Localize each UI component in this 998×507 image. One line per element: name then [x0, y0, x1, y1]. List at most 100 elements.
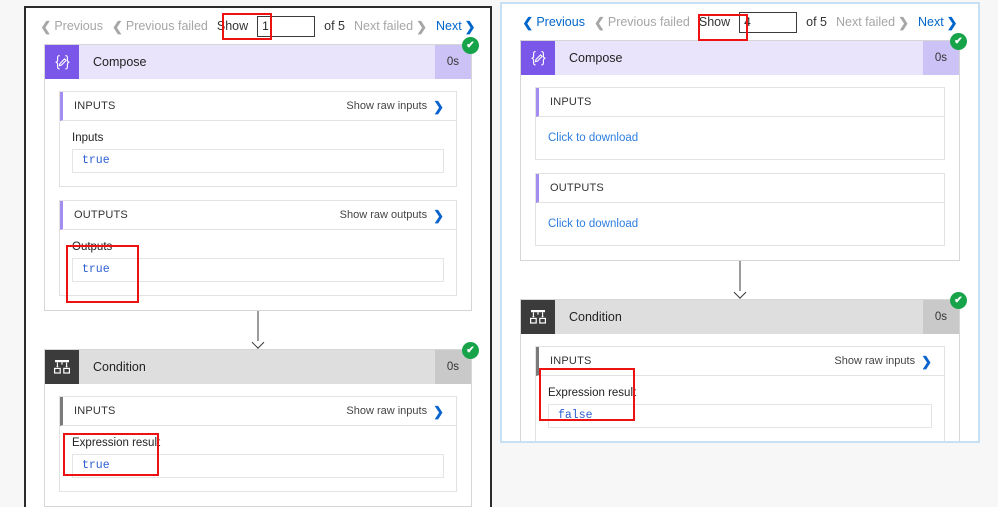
- next-button-left[interactable]: Next ❯: [436, 19, 476, 33]
- next-button-right[interactable]: Next ❯: [918, 15, 958, 29]
- card-body: INPUTS Show raw inputs ❯ Expression resu…: [521, 334, 959, 441]
- card-header: Condition 0s: [521, 300, 959, 334]
- page-total-label-right: of 5: [806, 15, 827, 29]
- status-badge: ✔: [950, 33, 967, 50]
- pager-left: ❮ Previous ❮ Previous failed Show of 5 N…: [26, 8, 490, 44]
- status-badge: ✔: [462, 37, 479, 54]
- show-raw-inputs-link[interactable]: Show raw inputs ❯: [346, 405, 444, 418]
- outputs-label: OUTPUTS: [550, 182, 604, 194]
- show-raw-inputs-label: Show raw inputs: [834, 355, 916, 367]
- screenshot-stage: ❮ Previous ❮ Previous failed Show of 5 N…: [0, 0, 998, 507]
- condition-card-left[interactable]: ✔ Condition 0s INPUTS Show raw inputs ❯ …: [44, 342, 479, 507]
- inputs-label: INPUTS: [550, 96, 592, 108]
- chevron-right-icon: ❯: [946, 14, 958, 30]
- chevron-left-icon: ❮: [522, 14, 534, 30]
- inputs-header: INPUTS Show raw inputs ❯: [536, 347, 944, 376]
- chevron-right-icon: ❯: [464, 18, 476, 34]
- chevron-right-icon: ❯: [433, 207, 444, 223]
- status-badge: ✔: [462, 342, 479, 359]
- previous-failed-button-left[interactable]: ❮ Previous failed: [112, 19, 208, 33]
- show-raw-outputs-link[interactable]: Show raw outputs ❯: [340, 209, 444, 222]
- previous-label: Previous: [536, 15, 585, 29]
- next-label: Next: [435, 19, 462, 33]
- card-header: Condition 0s: [45, 350, 471, 384]
- card-header: Compose 0s: [521, 41, 959, 75]
- expression-result-value-box[interactable]: true: [72, 454, 444, 478]
- inputs-body: Inputs true: [60, 121, 456, 186]
- show-label-left: Show: [216, 19, 249, 33]
- page-number-input-right[interactable]: [739, 11, 798, 33]
- inputs-label: INPUTS: [74, 100, 116, 112]
- next-failed-button-left[interactable]: Next failed ❯: [354, 19, 427, 33]
- expression-result-value-box[interactable]: false: [548, 404, 932, 428]
- previous-button-left[interactable]: ❮ Previous: [40, 19, 103, 33]
- next-failed-label: Next failed: [836, 15, 896, 29]
- flow-connector-arrow: [520, 261, 960, 299]
- show-raw-outputs-label: Show raw outputs: [339, 209, 428, 221]
- compose-braces-icon: [521, 41, 555, 75]
- run-history-panel-right: ❮ Previous ❮ Previous failed Show of 5 N…: [500, 2, 980, 443]
- show-label-right: Show: [698, 15, 731, 29]
- status-badge: ✔: [950, 292, 967, 309]
- arrow-head-icon: [251, 336, 265, 349]
- next-failed-button-right[interactable]: Next failed ❯: [836, 15, 909, 29]
- compose-card-right[interactable]: ✔ Compose 0s INPUTS Click to download OU…: [520, 33, 967, 261]
- outputs-header: OUTPUTS: [536, 174, 944, 203]
- inputs-label: INPUTS: [74, 405, 116, 417]
- previous-button-right[interactable]: ❮ Previous: [522, 15, 585, 29]
- chevron-left-icon: ❮: [111, 18, 123, 34]
- inputs-label: INPUTS: [550, 355, 592, 367]
- outputs-section: OUTPUTS Click to download: [535, 173, 945, 246]
- click-to-download-outputs-link[interactable]: Click to download: [548, 218, 638, 230]
- card-title: Condition: [569, 310, 622, 324]
- previous-failed-label: Previous failed: [125, 19, 208, 33]
- next-failed-label: Next failed: [354, 19, 414, 33]
- inputs-field-label: Inputs: [72, 132, 104, 144]
- pager-right: ❮ Previous ❮ Previous failed Show of 5 N…: [502, 4, 978, 40]
- inputs-header: INPUTS: [536, 88, 944, 117]
- previous-failed-label: Previous failed: [607, 15, 690, 29]
- chevron-right-icon: ❯: [898, 14, 909, 30]
- outputs-body: Outputs true: [60, 230, 456, 295]
- outputs-label: OUTPUTS: [74, 209, 128, 221]
- previous-label: Previous: [54, 19, 103, 33]
- condition-branch-icon: [521, 300, 555, 334]
- click-to-download-inputs-link[interactable]: Click to download: [548, 132, 638, 144]
- chevron-right-icon: ❯: [433, 403, 444, 419]
- card-body: INPUTS Show raw inputs ❯ Inputs true OUT…: [45, 79, 471, 310]
- workflow-content-right: ✔ Compose 0s INPUTS Click to download OU…: [502, 33, 978, 441]
- chevron-right-icon: ❯: [921, 353, 932, 369]
- chevron-left-icon: ❮: [40, 18, 52, 34]
- inputs-section: INPUTS Show raw inputs ❯ Expression resu…: [535, 346, 945, 441]
- inputs-body: Expression result true: [60, 426, 456, 491]
- condition-branch-icon: [45, 350, 79, 384]
- expression-result-label: Expression result: [548, 387, 637, 399]
- previous-failed-button-right[interactable]: ❮ Previous failed: [594, 15, 690, 29]
- chevron-left-icon: ❮: [593, 14, 605, 30]
- compose-braces-icon: [45, 45, 79, 79]
- compose-card-left[interactable]: ✔ Compose 0s INPUTS Show raw inputs ❯ In…: [44, 37, 479, 311]
- expression-result-label: Expression result: [72, 437, 161, 449]
- show-raw-inputs-link[interactable]: Show raw inputs ❯: [834, 355, 932, 368]
- show-raw-inputs-label: Show raw inputs: [346, 405, 428, 417]
- inputs-header: INPUTS Show raw inputs ❯: [60, 92, 456, 121]
- outputs-value-box[interactable]: true: [72, 258, 444, 282]
- card-title: Condition: [93, 360, 146, 374]
- flow-connector-arrow: [44, 311, 472, 349]
- card-header: Compose 0s: [45, 45, 471, 79]
- card-body: INPUTS Click to download OUTPUTS Click t…: [521, 75, 959, 260]
- outputs-body: Click to download: [536, 203, 944, 245]
- show-raw-inputs-link[interactable]: Show raw inputs ❯: [346, 100, 444, 113]
- condition-card-right[interactable]: ✔ Condition 0s INPUTS Show raw inputs ❯ …: [520, 292, 967, 441]
- chevron-right-icon: ❯: [416, 18, 427, 34]
- page-number-input-left[interactable]: [257, 15, 316, 37]
- inputs-value-box[interactable]: true: [72, 149, 444, 173]
- page-total-label-left: of 5: [324, 19, 345, 33]
- inputs-body: Click to download: [536, 117, 944, 159]
- inputs-body: Expression result false: [536, 376, 944, 441]
- next-label: Next: [917, 15, 944, 29]
- outputs-field-label: Outputs: [72, 241, 113, 253]
- inputs-section: INPUTS Show raw inputs ❯ Expression resu…: [59, 396, 457, 492]
- inputs-section: INPUTS Show raw inputs ❯ Inputs true: [59, 91, 457, 187]
- card-title: Compose: [569, 51, 623, 65]
